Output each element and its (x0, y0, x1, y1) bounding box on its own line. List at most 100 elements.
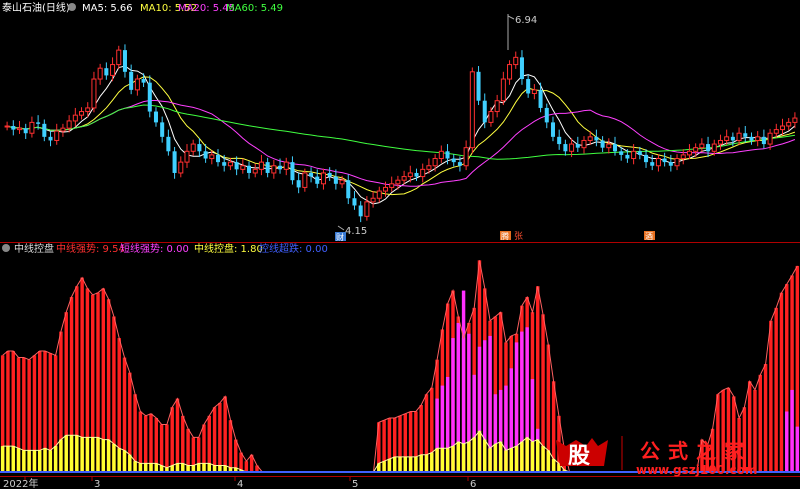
indicator-legend-2: 中线控盘: 1.80 (194, 242, 263, 255)
indicator-legend-0: 中线强势: 9.54 (56, 242, 125, 255)
candle-body (686, 150, 692, 156)
mid-control-bar (403, 456, 408, 472)
candle-body (382, 186, 389, 192)
mid-control-bar (53, 446, 58, 472)
mid-strength-bar (758, 374, 762, 472)
mid-control-bar (467, 441, 471, 472)
candle-body (724, 136, 730, 141)
candle-body (507, 64, 513, 80)
candle-body (438, 150, 444, 160)
candle-body (346, 180, 351, 199)
candle-body (612, 144, 618, 152)
mid-control-bar (75, 435, 79, 472)
candle-body (54, 130, 60, 141)
mid-control-bar (138, 463, 143, 472)
mid-control-bar (424, 454, 429, 472)
candle-body (401, 176, 407, 181)
mid-control-bar (69, 435, 74, 472)
mid-control-bar (419, 454, 423, 472)
mid-strength-bar (753, 389, 757, 472)
candle-body (432, 158, 438, 167)
candle-body (389, 183, 395, 188)
indicator-settings-icon[interactable] (2, 244, 10, 252)
candle-body (227, 161, 233, 167)
candle-body (60, 127, 66, 132)
mid-control-bar (27, 450, 31, 472)
mid-strength-bar (212, 407, 217, 472)
candle-body (327, 172, 332, 177)
candle-body (668, 162, 673, 166)
mid-strength-bar (223, 396, 227, 472)
mid-control-bar (430, 452, 434, 472)
candle-body (333, 176, 338, 184)
candle-body (320, 172, 326, 185)
mid-control-bar (43, 448, 47, 472)
indicator-legend-3: 控线超跌: 0.00 (259, 242, 328, 255)
mid-control-bar (445, 448, 450, 472)
candle-body (104, 68, 109, 76)
candle-body (252, 168, 258, 174)
candle-body (619, 151, 624, 155)
indicator-title: 中线控盘 (14, 242, 54, 255)
mid-control-bar (48, 450, 53, 472)
candle-body (557, 136, 562, 145)
mid-control-bar (451, 446, 455, 472)
candle-body (203, 151, 208, 159)
candle-body (352, 198, 357, 206)
candle-body (550, 122, 555, 137)
high-price-label: 6.94 (515, 15, 537, 26)
candle-body (129, 71, 134, 90)
mid-control-bar (541, 446, 545, 472)
mid-control-bar (32, 450, 37, 472)
mid-control-bar (514, 446, 519, 472)
candle-body (309, 172, 314, 177)
candle-body (85, 107, 91, 113)
candle-body (581, 139, 587, 149)
candle-body (370, 197, 376, 203)
candle-body (736, 132, 742, 141)
candle-body (339, 179, 345, 185)
candle-body (538, 89, 543, 108)
mid-control-bar (387, 459, 392, 472)
settings-icon[interactable] (68, 3, 76, 11)
mid-control-bar (128, 454, 132, 472)
candle-body (706, 144, 711, 152)
candle-body (36, 122, 41, 124)
candle-body (482, 100, 487, 123)
mid-control-bar (101, 439, 106, 472)
watermark-text: 公式之家 (640, 439, 752, 463)
candle-body (544, 107, 549, 123)
mid-control-bar (551, 459, 556, 472)
candle-body (184, 150, 190, 163)
candle-body (513, 56, 519, 66)
mid-strength-bar (218, 402, 222, 472)
candle-body (147, 82, 152, 112)
candle-body (749, 136, 754, 141)
candle-body (302, 172, 308, 188)
candle-body (48, 136, 53, 141)
candle-body (650, 162, 655, 166)
candle-body (153, 111, 158, 123)
mid-control-bar (525, 437, 529, 472)
chart-title: 泰山石油(日线) (2, 1, 70, 14)
mid-control-bar (414, 456, 418, 472)
candle-body (122, 50, 127, 72)
candle-body (190, 143, 196, 152)
candle-body (644, 154, 649, 163)
mid-control-bar (6, 446, 10, 472)
mid-control-bar (154, 463, 159, 472)
mid-strength-bar (170, 407, 174, 472)
candle-body (569, 143, 575, 152)
candle-body (315, 176, 320, 184)
candle-body (674, 158, 680, 167)
mid-control-bar (392, 456, 397, 472)
indicator-legend-1: 短线强势: 0.00 (120, 242, 189, 255)
candle-body (606, 143, 612, 149)
candle-body (711, 143, 717, 152)
mid-control-bar (143, 463, 148, 472)
mid-control-bar (440, 448, 445, 472)
watermark-logo: 股 (568, 444, 590, 469)
candle-body (414, 172, 419, 177)
x-tick-label-3: 5 (352, 479, 358, 489)
candle-body (197, 144, 202, 152)
